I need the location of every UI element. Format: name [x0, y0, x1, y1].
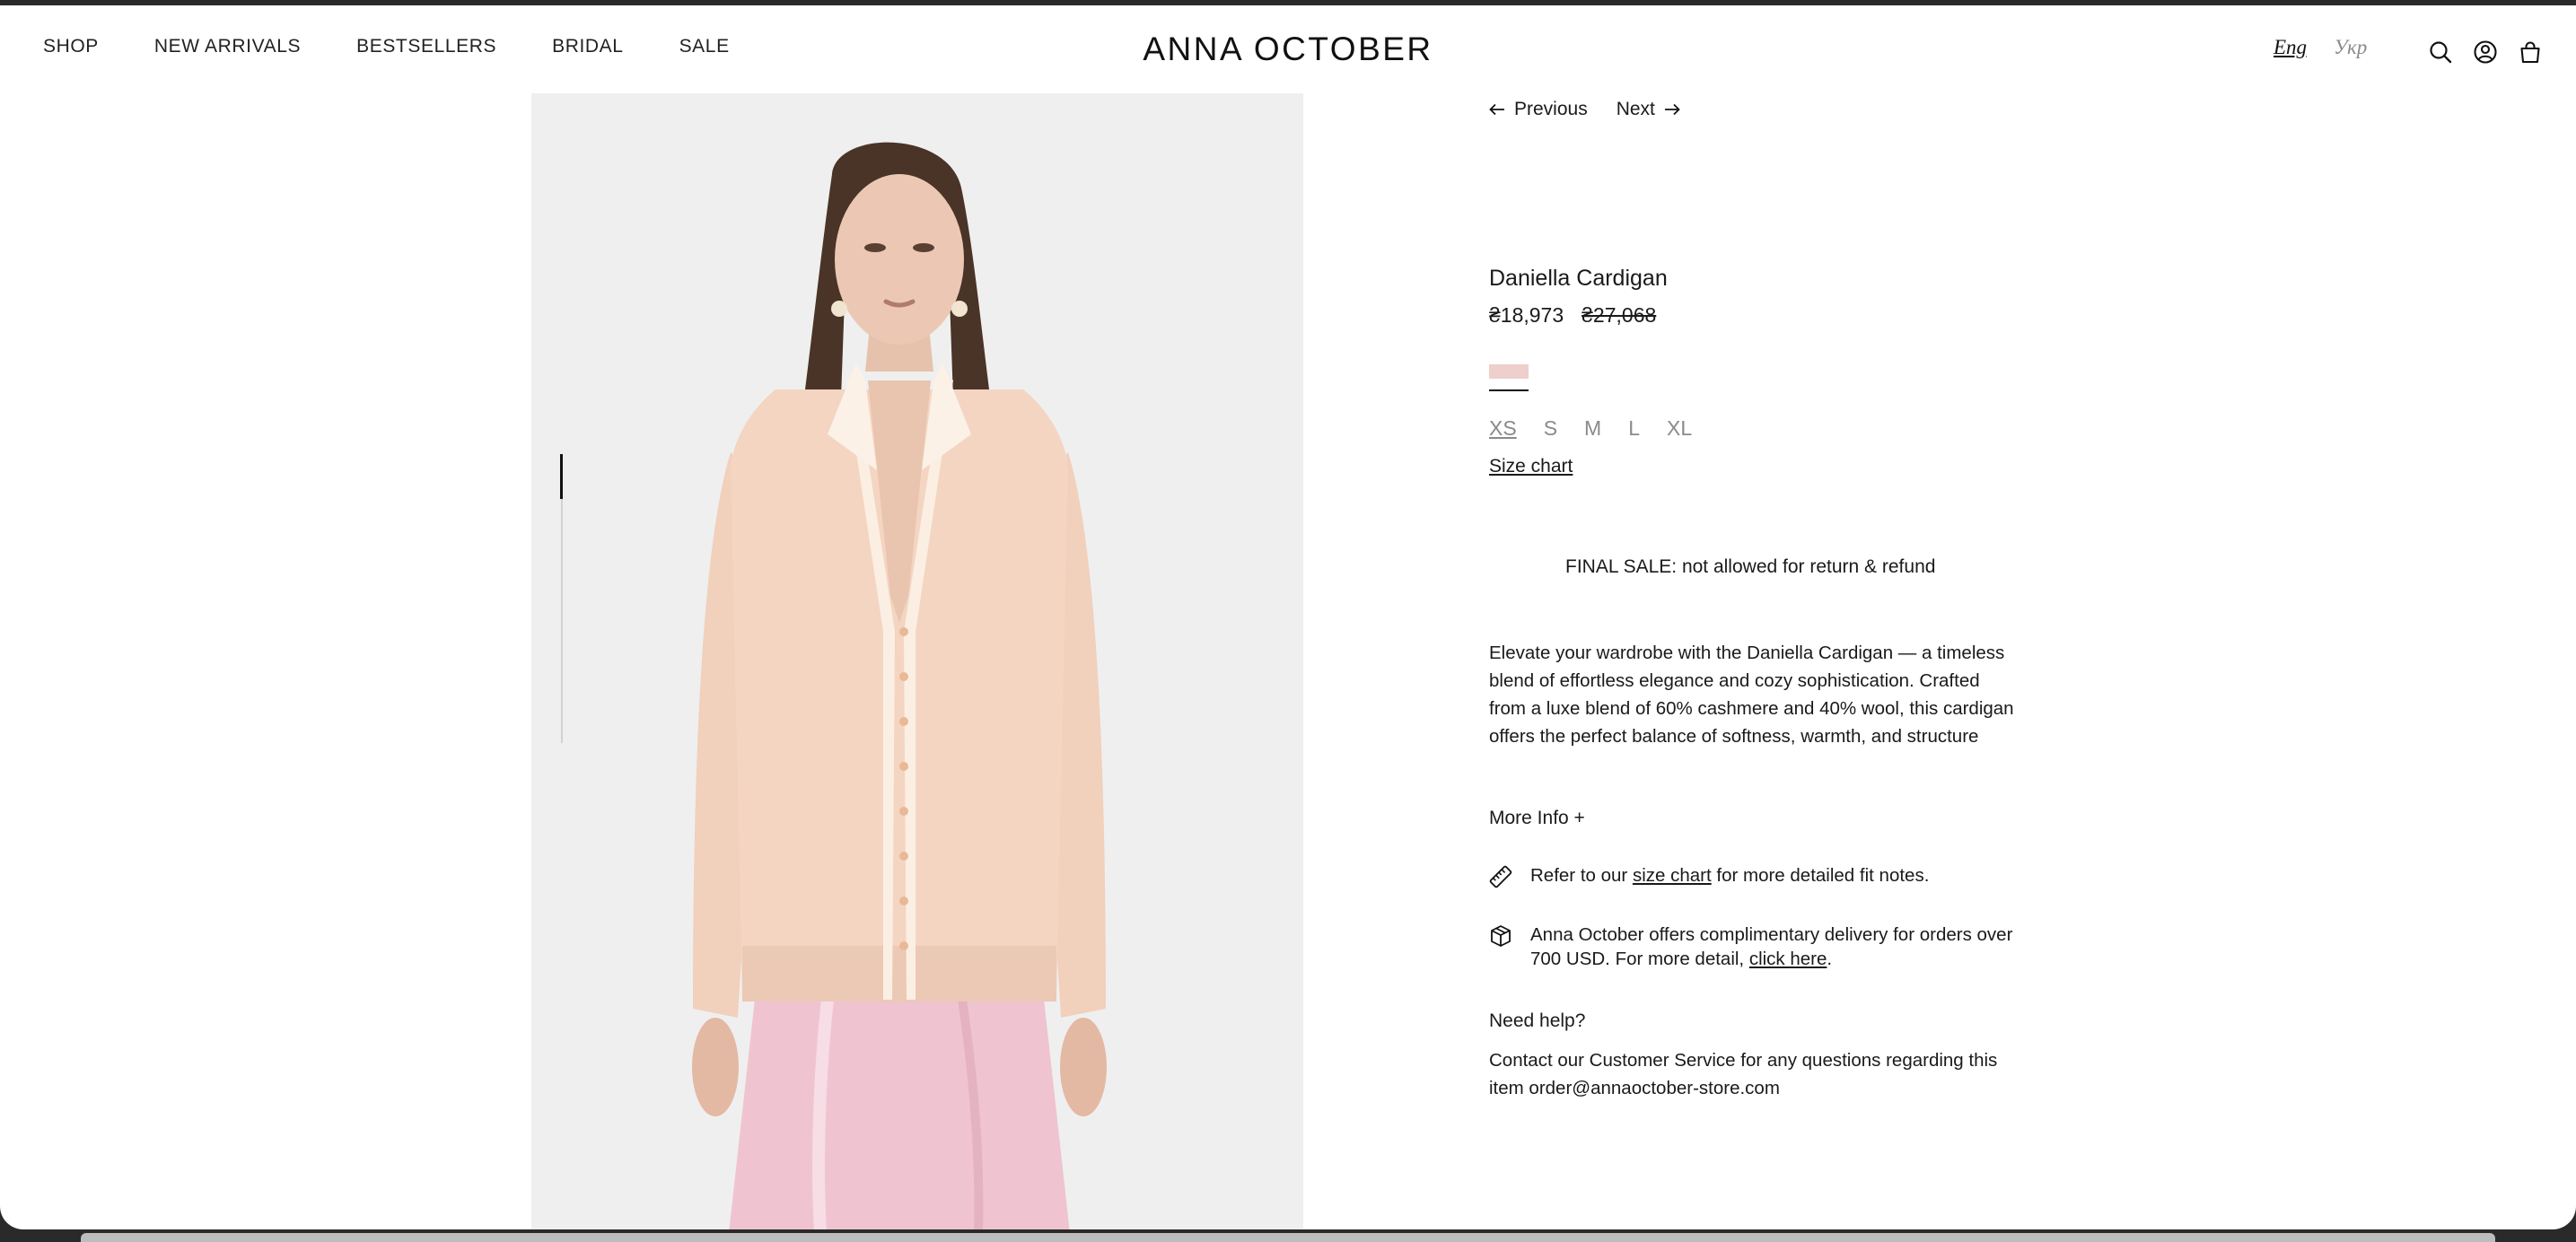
product-title: Daniella Cardigan [1489, 266, 1668, 291]
brand-logo[interactable]: ANNA OCTOBER [0, 31, 2576, 68]
fit-size-chart-link[interactable]: size chart [1633, 865, 1712, 886]
price-block: ₴18,973 ₴27,068 [1489, 303, 1656, 328]
header-icons [2428, 39, 2543, 65]
size-chart-link[interactable]: Size chart [1489, 456, 1573, 477]
fit-note: Refer to our size chart for more detaile… [1489, 863, 2028, 888]
lang-ukrainian[interactable]: Укр [2334, 36, 2367, 59]
help-contact-text: Contact our Customer Service for any que… [1489, 1050, 1998, 1098]
fit-note-text: Refer to our size chart for more detaile… [1530, 863, 1929, 888]
previous-link[interactable]: Previous [1489, 99, 1588, 120]
sale-price: ₴18,973 [1489, 303, 1564, 327]
size-l[interactable]: L [1628, 416, 1640, 441]
delivery-details-link[interactable]: click here [1749, 949, 1827, 969]
size-m[interactable]: M [1584, 416, 1601, 441]
box-icon [1491, 925, 1511, 947]
site-header: SHOP NEW ARRIVALS BESTSELLERS BRIDAL SAL… [0, 5, 2576, 93]
swatch-selected-indicator [1489, 389, 1529, 391]
fit-note-prefix: Refer to our [1530, 865, 1633, 886]
next-link[interactable]: Next [1617, 99, 1680, 120]
previous-label: Previous [1514, 99, 1588, 119]
ruler-icon [1489, 865, 1512, 888]
size-xs[interactable]: XS [1489, 416, 1517, 441]
help-heading: Need help? [1489, 1010, 1586, 1031]
color-swatch[interactable] [1489, 364, 1529, 379]
size-s[interactable]: S [1544, 416, 1557, 441]
delivery-note-text: Anna October offers complimentary delive… [1530, 923, 2028, 971]
size-selector: XS S M L XL [1489, 416, 1692, 441]
gallery-scroll-thumb[interactable] [560, 454, 563, 499]
bag-icon[interactable] [2518, 39, 2543, 65]
account-icon[interactable] [2473, 39, 2498, 65]
product-gallery[interactable] [531, 93, 1303, 1229]
lang-english[interactable]: Eng [2274, 36, 2307, 59]
fit-note-suffix: for more detailed fit notes. [1711, 865, 1930, 886]
delivery-suffix: . [1827, 949, 1833, 969]
product-pager: Previous Next [1489, 99, 1680, 120]
arrow-right-icon [1664, 103, 1680, 116]
next-label: Next [1616, 99, 1655, 119]
window-bottom-edge [81, 1233, 2495, 1242]
final-sale-notice: FINAL SALE: not allowed for return & ref… [1565, 556, 1936, 577]
delivery-note: Anna October offers complimentary delive… [1489, 923, 2028, 971]
more-info-toggle[interactable]: More Info + [1489, 808, 1585, 829]
product-description: Elevate your wardrobe with the Daniella … [1489, 643, 2014, 747]
size-xl[interactable]: XL [1667, 416, 1692, 441]
product-page: SHOP NEW ARRIVALS BESTSELLERS BRIDAL SAL… [0, 5, 2576, 1229]
language-switcher: Eng Укр [2274, 36, 2367, 59]
search-icon[interactable] [2428, 39, 2453, 65]
product-photo [531, 93, 1303, 1229]
arrow-left-icon [1489, 103, 1504, 116]
original-price: ₴27,068 [1582, 303, 1657, 327]
